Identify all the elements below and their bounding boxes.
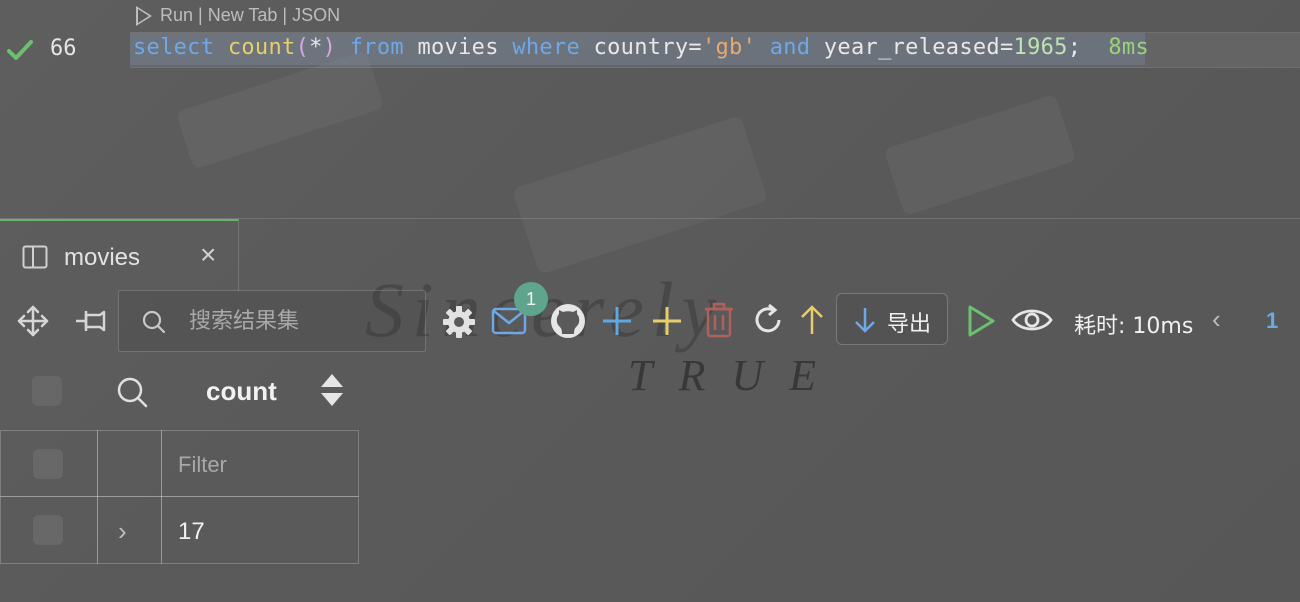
eye-icon[interactable] — [1011, 306, 1053, 334]
sql-string: 'gb' — [701, 35, 757, 60]
sql-keyword: where — [512, 35, 581, 60]
sql-function: count — [227, 35, 296, 60]
import-up-icon[interactable] — [799, 304, 825, 336]
codelens-text[interactable]: Run | New Tab | JSON — [160, 5, 340, 26]
delete-icon[interactable] — [703, 302, 735, 338]
export-button[interactable]: 导出 — [836, 293, 948, 345]
sort-icon[interactable] — [319, 372, 345, 408]
codelens-actions[interactable]: Run | New Tab | JSON — [136, 5, 340, 26]
sql-keyword: and — [769, 35, 811, 60]
run-icon[interactable] — [136, 5, 152, 26]
add-column-icon[interactable] — [651, 305, 683, 337]
sql-column: year_released= — [823, 35, 1014, 60]
column-header-count[interactable]: count — [206, 376, 277, 407]
elapsed-time: 耗时: 10ms — [1074, 314, 1194, 339]
grid-header: count — [0, 362, 1300, 430]
notification-badge: 1 — [514, 282, 548, 316]
success-check-icon — [7, 40, 33, 60]
run-query-icon[interactable] — [966, 304, 996, 338]
filter-row-expand-cell — [97, 430, 162, 497]
sql-column: country= — [593, 35, 702, 60]
sql-statement[interactable]: select count(*) from movies where countr… — [133, 35, 1149, 60]
sql-number: 1965 — [1013, 35, 1068, 60]
sql-semicolon: ; — [1067, 35, 1082, 60]
search-icon — [142, 310, 166, 334]
tab-label[interactable]: movies — [64, 244, 140, 272]
tab-movies[interactable]: movies × — [0, 219, 239, 291]
column-search-icon[interactable] — [116, 376, 148, 408]
background-shape — [883, 93, 1077, 217]
filter-row-checkbox[interactable] — [33, 449, 63, 479]
execution-time: 8ms — [1108, 35, 1149, 60]
row-checkbox[interactable] — [33, 515, 63, 545]
add-row-icon[interactable] — [601, 305, 633, 337]
line-number: 66 — [50, 36, 77, 61]
chevron-right-icon[interactable]: › — [118, 516, 127, 547]
refresh-icon[interactable] — [751, 303, 785, 337]
background-shape — [175, 50, 385, 170]
gear-icon[interactable] — [441, 304, 477, 340]
count-value[interactable]: 17 — [178, 518, 205, 546]
editor-line[interactable]: 66 select count(*) from movies where cou… — [0, 32, 1300, 68]
sql-star: * — [309, 35, 323, 60]
result-search-input[interactable] — [187, 305, 411, 337]
sql-paren: ) — [322, 35, 337, 60]
prev-page-icon[interactable]: ‹ — [1212, 304, 1221, 335]
sql-keyword: from — [349, 35, 404, 60]
pin-icon[interactable] — [74, 306, 108, 336]
close-icon[interactable]: × — [200, 241, 216, 269]
sql-paren: ( — [295, 35, 310, 60]
page-number[interactable]: 1 — [1266, 308, 1278, 334]
move-icon[interactable] — [16, 304, 50, 338]
results-toolbar: 1 — [0, 282, 1300, 352]
sql-table: movies — [417, 35, 499, 60]
filter-input[interactable]: Filter — [178, 452, 227, 478]
select-all-checkbox[interactable] — [32, 376, 62, 406]
result-search-box[interactable] — [118, 290, 426, 352]
row-expand-cell — [97, 496, 162, 564]
table-panel-icon — [22, 245, 48, 269]
app-root: Sincerely TRUE Run | New Tab | JSON 66 s… — [0, 0, 1300, 602]
download-icon — [855, 308, 875, 333]
export-label: 导出 — [887, 312, 932, 337]
github-icon[interactable] — [549, 302, 587, 340]
filter-row-checkbox-cell — [0, 430, 98, 497]
table-row — [0, 496, 98, 564]
result-table: Filter › 17 — [0, 430, 360, 564]
sql-keyword: select — [133, 35, 215, 60]
results-tab-bar: movies × — [0, 218, 1300, 291]
